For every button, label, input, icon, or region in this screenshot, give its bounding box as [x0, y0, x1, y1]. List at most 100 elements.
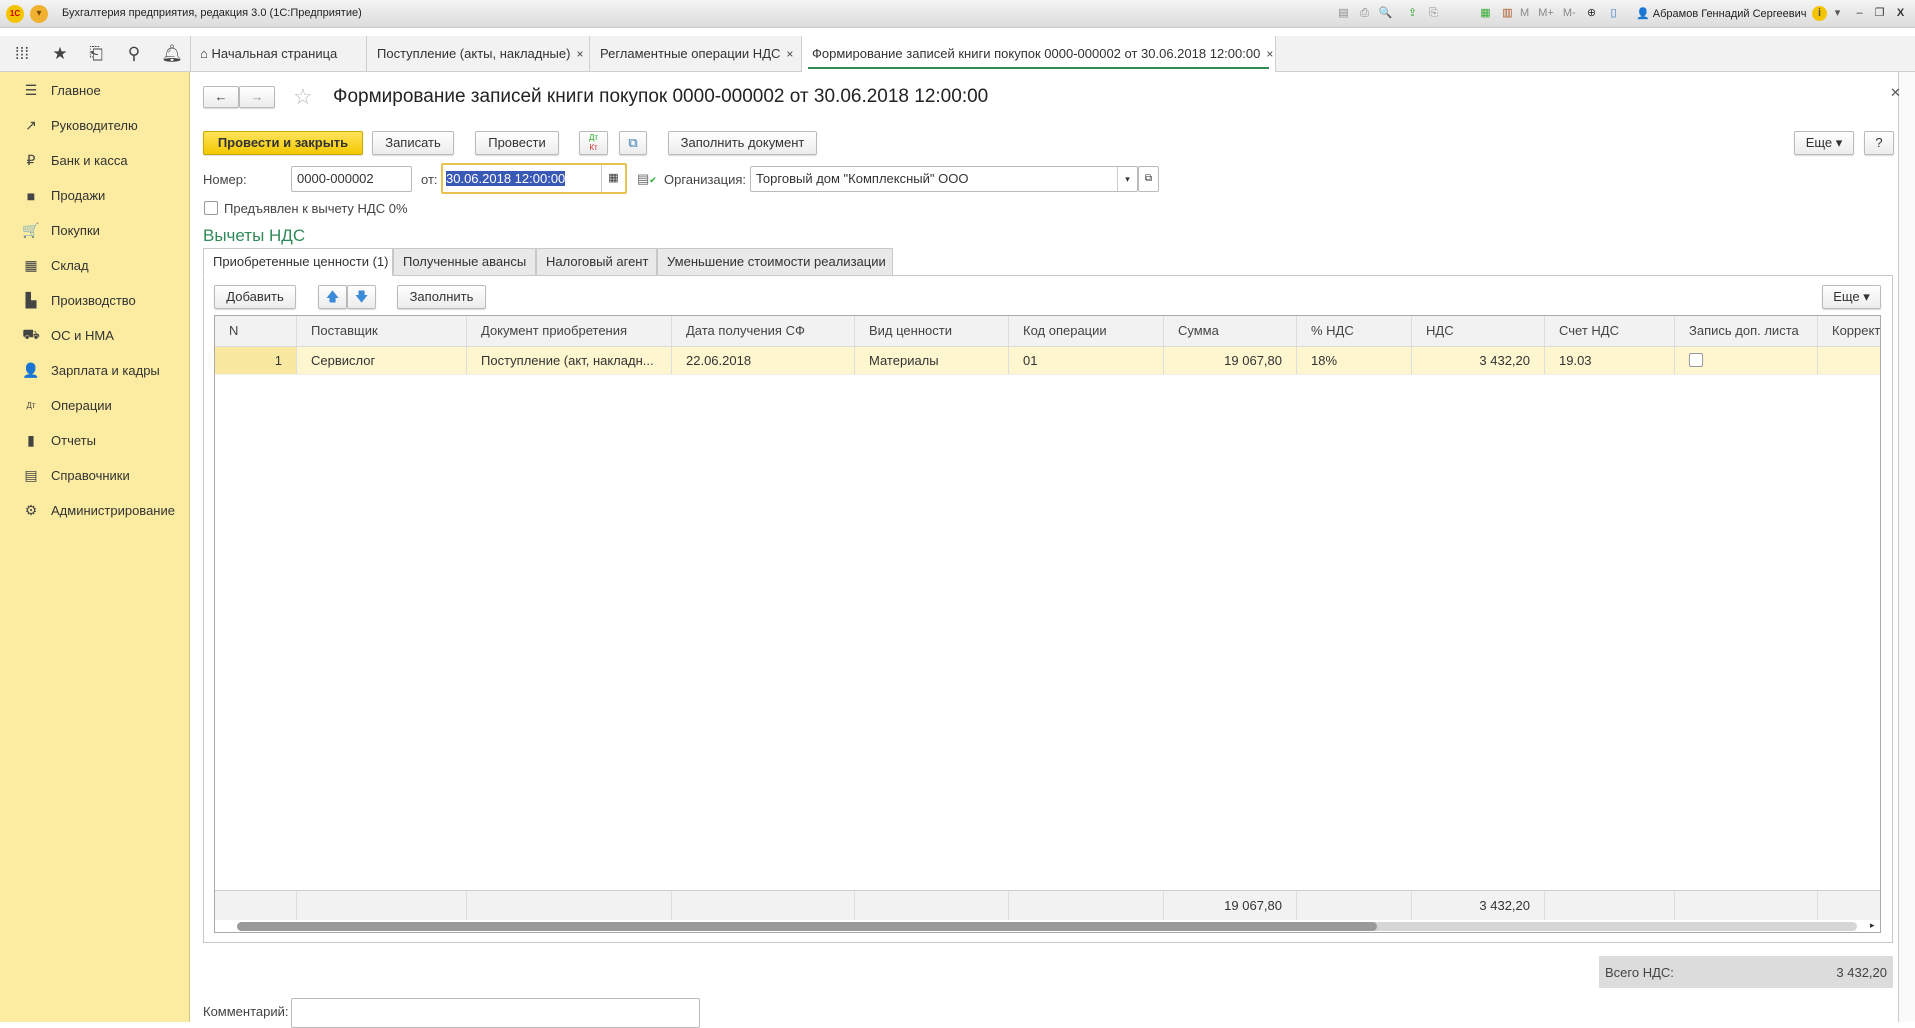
- sidebar-item-label: Склад: [51, 258, 89, 273]
- move-up-button[interactable]: 🡅: [318, 285, 347, 309]
- dt-kt-icon[interactable]: Дт Кт: [579, 131, 608, 155]
- table-cell[interactable]: Сервислог: [297, 347, 467, 374]
- info-dropdown-icon[interactable]: ▾: [1830, 6, 1845, 21]
- table-cell[interactable]: 19 067,80: [1164, 347, 1297, 374]
- cart-icon: 🛒: [22, 222, 40, 238]
- close-icon[interactable]: ×: [1266, 47, 1273, 61]
- table-cell[interactable]: Материалы: [855, 347, 1009, 374]
- fill-document-button[interactable]: Заполнить документ: [668, 131, 817, 155]
- print-icon[interactable]: ⎙: [1357, 6, 1372, 21]
- link-icon[interactable]: ⇪: [1405, 6, 1420, 21]
- forward-button[interactable]: →: [239, 86, 275, 108]
- panel-icon[interactable]: ▯: [1606, 6, 1621, 21]
- footer-cell: [1818, 891, 1880, 920]
- tab-vat-operations[interactable]: Регламентные операции НДС ×: [590, 36, 802, 72]
- number-field[interactable]: 0000-000002: [291, 166, 412, 192]
- table-cell[interactable]: 19.03: [1545, 347, 1675, 374]
- post-button[interactable]: Провести: [475, 131, 559, 155]
- info-icon[interactable]: i: [1812, 6, 1827, 21]
- table-cell[interactable]: 22.06.2018: [672, 347, 855, 374]
- table-row[interactable]: 1 Сервислог Поступление (акт, накладн... 22…: [215, 347, 1880, 375]
- sidebar-item-10[interactable]: ▮ Отчеты: [0, 423, 190, 458]
- additional-sheet-checkbox[interactable]: [1689, 353, 1703, 367]
- history-icon[interactable]: ⎗: [84, 44, 108, 64]
- date-value: 30.06.2018 12:00:00: [446, 171, 566, 186]
- calendar-icon[interactable]: ▦: [601, 165, 625, 192]
- sidebar-item-4[interactable]: 🛒 Покупки: [0, 213, 190, 248]
- memory-minus-button[interactable]: M-: [1563, 7, 1576, 19]
- table-cell[interactable]: 01: [1009, 347, 1164, 374]
- restore-button[interactable]: ❐: [1872, 6, 1887, 21]
- tab-advances[interactable]: Полученные авансы: [393, 248, 536, 276]
- memory-plus-button[interactable]: M+: [1538, 7, 1554, 19]
- favorites-star-icon[interactable]: ★: [48, 44, 72, 64]
- user-name[interactable]: 👤 Абрамов Геннадий Сергеевич: [1636, 7, 1807, 20]
- help-button[interactable]: ?: [1864, 131, 1894, 155]
- search-icon[interactable]: ⚲: [122, 44, 146, 64]
- add-button[interactable]: Добавить: [214, 285, 296, 309]
- horizontal-scrollbar[interactable]: ▸: [215, 920, 1880, 932]
- table-cell[interactable]: [1675, 347, 1818, 374]
- comment-field[interactable]: [291, 998, 700, 1028]
- tab-bar: ⁞⁞⁞ ★ ⎗ ⚲ 🔔︎ ⌂ Начальная страница Поступ…: [0, 36, 1915, 72]
- save-icon[interactable]: ▤: [1336, 6, 1351, 21]
- open-organization-icon[interactable]: ⧉: [1138, 166, 1159, 192]
- date-field[interactable]: 30.06.2018 12:00:00 ▦: [441, 163, 627, 194]
- memory-m-button[interactable]: M: [1520, 7, 1529, 19]
- tab-home[interactable]: ⌂ Начальная страница: [190, 36, 367, 72]
- calculator-icon[interactable]: ▦: [1478, 6, 1493, 21]
- table-cell[interactable]: Поступление (акт, накладн...: [467, 347, 672, 374]
- sidebar-item-label: Продажи: [51, 188, 106, 203]
- document-check-icon[interactable]: ▤✔: [637, 171, 657, 187]
- tab-purchase-book[interactable]: Формирование записей книги покупок 0000-…: [802, 36, 1276, 72]
- table-cell[interactable]: 3 432,20: [1412, 347, 1545, 374]
- fill-button[interactable]: Заполнить: [397, 285, 486, 309]
- move-down-button[interactable]: 🡇: [347, 285, 376, 309]
- sidebar-item-2[interactable]: ₽ Банк и касса: [0, 143, 190, 178]
- minimize-button[interactable]: –: [1852, 6, 1867, 21]
- sidebar-item-5[interactable]: ▦ Склад: [0, 248, 190, 283]
- scroll-right-icon[interactable]: ▸: [1870, 920, 1875, 931]
- sidebar-item-6[interactable]: ▙ Производство: [0, 283, 190, 318]
- close-form-icon[interactable]: ✕: [1890, 85, 1901, 101]
- close-icon[interactable]: ×: [786, 47, 793, 61]
- table-cell[interactable]: [1818, 347, 1880, 374]
- favorite-star-icon[interactable]: ☆: [293, 84, 313, 110]
- tab-tax-agent[interactable]: Налоговый агент: [536, 248, 657, 276]
- vat0-checkbox[interactable]: [204, 201, 218, 215]
- copy-link-icon[interactable]: ⎘: [1426, 6, 1441, 21]
- table-cell[interactable]: 1: [215, 347, 297, 374]
- save-button[interactable]: Записать: [372, 131, 454, 155]
- close-icon[interactable]: ×: [576, 47, 583, 61]
- tab-acquired-values[interactable]: Приобретенные ценности (1): [203, 248, 393, 276]
- organization-field[interactable]: Торговый дом "Комплексный" ООО ▾: [750, 166, 1138, 192]
- vertical-scrollbar[interactable]: [1898, 72, 1915, 1022]
- tab-cost-reduction[interactable]: Уменьшение стоимости реализации: [657, 248, 893, 276]
- sidebar-item-3[interactable]: ■ Продажи: [0, 178, 190, 213]
- sidebar-item-1[interactable]: ↗ Руководителю: [0, 108, 190, 143]
- dropdown-icon[interactable]: ▾: [1117, 167, 1137, 191]
- column-header: НДС: [1412, 316, 1545, 346]
- apps-icon[interactable]: ⁞⁞⁞: [10, 44, 34, 64]
- sidebar-item-label: Руководителю: [51, 118, 138, 133]
- total-vat-value: 3 432,20: [1836, 965, 1887, 980]
- sidebar-item-11[interactable]: ▤ Справочники: [0, 458, 190, 493]
- sidebar-item-0[interactable]: ☰ Главное: [0, 73, 190, 108]
- sidebar-item-9[interactable]: Дт Операции: [0, 388, 190, 423]
- notifications-bell-icon[interactable]: 🔔︎: [160, 44, 184, 64]
- table-cell[interactable]: 18%: [1297, 347, 1412, 374]
- sidebar-item-12[interactable]: ⚙ Администрирование: [0, 493, 190, 528]
- zoom-icon[interactable]: ⊕: [1584, 6, 1599, 21]
- scrollbar-thumb[interactable]: [237, 922, 1377, 931]
- table-more-button[interactable]: Еще ▾: [1822, 285, 1881, 309]
- post-and-close-button[interactable]: Провести и закрыть: [203, 131, 363, 155]
- structure-icon[interactable]: ⧉: [619, 131, 647, 155]
- tab-receipts[interactable]: Поступление (акты, накладные) ×: [367, 36, 590, 72]
- more-button[interactable]: Еще ▾: [1794, 131, 1854, 155]
- sidebar-item-8[interactable]: 👤 Зарплата и кадры: [0, 353, 190, 388]
- main-menu-button[interactable]: ▾: [30, 5, 48, 23]
- sidebar-item-7[interactable]: ⛟ ОС и НМА: [0, 318, 190, 353]
- close-window-button[interactable]: X: [1893, 6, 1908, 21]
- preview-icon[interactable]: 🔍: [1378, 6, 1393, 21]
- back-button[interactable]: ←: [203, 86, 239, 108]
